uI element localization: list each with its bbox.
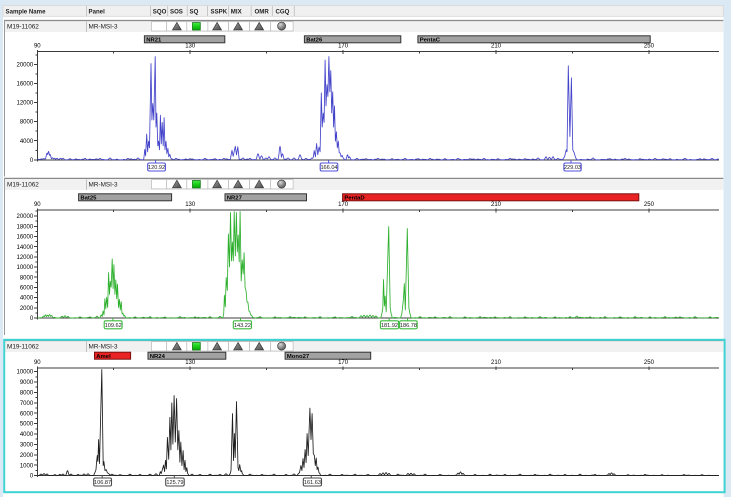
svg-text:250: 250 xyxy=(644,202,655,208)
svg-text:SOS: SOS xyxy=(170,8,183,15)
svg-text:Bat26: Bat26 xyxy=(306,38,323,44)
svg-text:9000: 9000 xyxy=(20,380,34,386)
svg-text:229.03: 229.03 xyxy=(564,165,581,171)
svg-text:SSPK: SSPK xyxy=(211,8,228,15)
svg-text:OMR: OMR xyxy=(255,8,270,15)
svg-text:M19-11062: M19-11062 xyxy=(7,24,39,31)
svg-text:250: 250 xyxy=(644,360,655,366)
svg-text:Bat25: Bat25 xyxy=(80,196,97,202)
svg-text:SQO: SQO xyxy=(153,8,167,15)
svg-text:PentaD: PentaD xyxy=(344,196,364,202)
svg-text:M19-11062: M19-11062 xyxy=(7,344,39,351)
svg-text:106.87: 106.87 xyxy=(94,480,111,486)
svg-text:1000: 1000 xyxy=(20,463,34,469)
svg-text:8000: 8000 xyxy=(20,391,34,397)
svg-text:250: 250 xyxy=(644,44,655,50)
svg-text:12000: 12000 xyxy=(17,255,34,261)
svg-text:MR-MSI-3: MR-MSI-3 xyxy=(89,344,119,351)
svg-text:Panel: Panel xyxy=(89,8,106,15)
svg-text:NR24: NR24 xyxy=(150,354,166,360)
svg-text:181.92: 181.92 xyxy=(381,323,398,329)
svg-text:90: 90 xyxy=(34,44,41,50)
svg-text:90: 90 xyxy=(34,360,41,366)
svg-text:210: 210 xyxy=(491,202,502,208)
svg-text:130: 130 xyxy=(185,202,196,208)
svg-text:5000: 5000 xyxy=(20,422,34,428)
svg-text:6000: 6000 xyxy=(20,411,34,417)
svg-text:8000: 8000 xyxy=(20,275,34,281)
svg-text:14000: 14000 xyxy=(17,245,34,251)
svg-text:7000: 7000 xyxy=(20,401,34,407)
svg-text:MR-MSI-3: MR-MSI-3 xyxy=(89,182,119,189)
svg-text:16000: 16000 xyxy=(17,82,34,88)
svg-text:MR-MSI-3: MR-MSI-3 xyxy=(89,24,119,31)
svg-text:170: 170 xyxy=(338,360,349,366)
svg-text:4000: 4000 xyxy=(20,432,34,438)
svg-text:120.92: 120.92 xyxy=(148,165,165,171)
svg-text:130: 130 xyxy=(185,44,196,50)
svg-text:210: 210 xyxy=(491,44,502,50)
svg-text:2000: 2000 xyxy=(20,453,34,459)
svg-text:10000: 10000 xyxy=(17,370,34,376)
svg-text:12000: 12000 xyxy=(17,101,34,107)
svg-text:8000: 8000 xyxy=(20,120,34,126)
svg-text:166.04: 166.04 xyxy=(320,165,337,171)
svg-text:125.79: 125.79 xyxy=(166,480,183,486)
svg-text:M19-11062: M19-11062 xyxy=(7,182,39,189)
svg-text:20000: 20000 xyxy=(17,63,34,69)
svg-text:6000: 6000 xyxy=(20,286,34,292)
svg-text:186.78: 186.78 xyxy=(400,323,417,329)
svg-text:16000: 16000 xyxy=(17,235,34,241)
svg-text:210: 210 xyxy=(491,360,502,366)
svg-text:170: 170 xyxy=(338,44,349,50)
svg-text:161.63: 161.63 xyxy=(304,480,321,486)
svg-text:4000: 4000 xyxy=(20,296,34,302)
svg-text:10000: 10000 xyxy=(17,265,34,271)
svg-text:3000: 3000 xyxy=(20,443,34,449)
svg-text:Amel: Amel xyxy=(96,354,111,360)
svg-text:MIX: MIX xyxy=(231,8,243,15)
svg-text:NR21: NR21 xyxy=(146,38,162,44)
svg-text:130: 130 xyxy=(185,360,196,366)
svg-text:SQ: SQ xyxy=(190,8,199,15)
svg-text:109.62: 109.62 xyxy=(105,323,122,329)
svg-text:18000: 18000 xyxy=(17,224,34,230)
svg-text:NR27: NR27 xyxy=(227,196,243,202)
svg-text:4000: 4000 xyxy=(20,139,34,145)
svg-text:Sample Name: Sample Name xyxy=(6,8,47,15)
svg-text:20000: 20000 xyxy=(17,214,34,220)
svg-text:CGQ: CGQ xyxy=(276,8,290,15)
svg-text:2000: 2000 xyxy=(20,306,34,312)
svg-text:170: 170 xyxy=(338,202,349,208)
svg-text:90: 90 xyxy=(34,202,41,208)
svg-text:PentaC: PentaC xyxy=(420,38,441,44)
svg-text:Mono27: Mono27 xyxy=(287,354,310,360)
svg-text:143.22: 143.22 xyxy=(234,323,251,329)
